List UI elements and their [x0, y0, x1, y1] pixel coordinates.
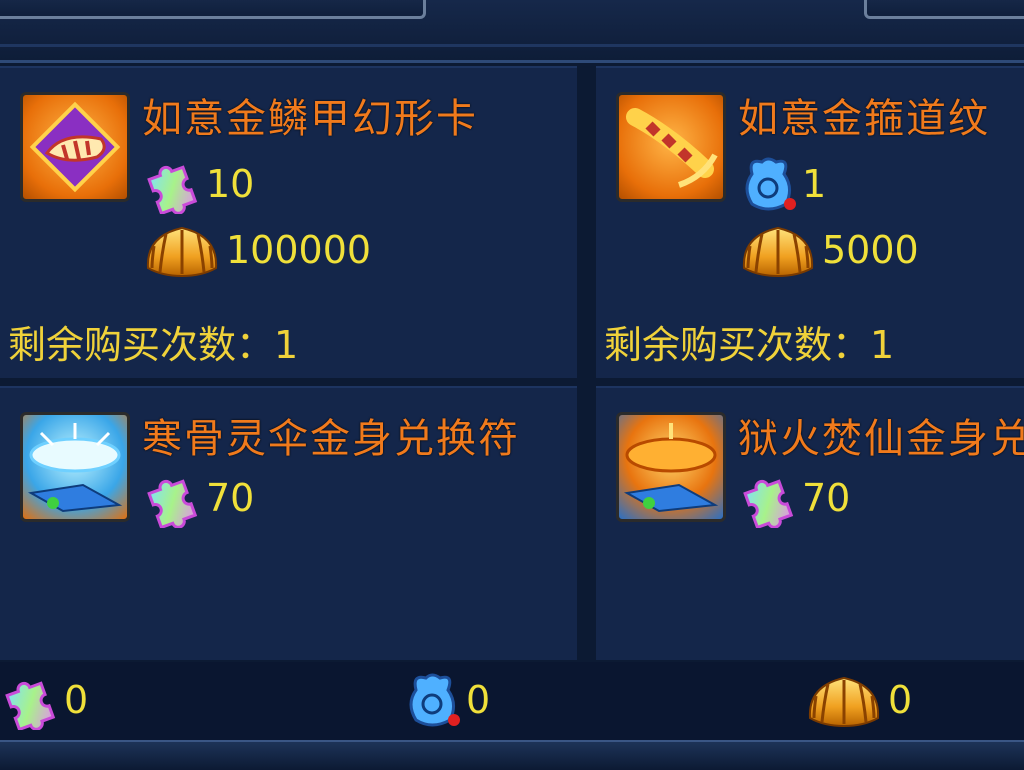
cost-value: 10 — [206, 162, 255, 206]
golden-shell-icon — [738, 220, 818, 280]
top-right-tab[interactable] — [864, 0, 1024, 19]
cost-row-shell: 100000 — [142, 220, 371, 280]
cost-row-puzzle: 70 — [738, 468, 850, 528]
shop-item-card[interactable]: 狱火焚仙金身兑 70 — [596, 386, 1024, 660]
shop-item-card[interactable]: 寒骨灵伞金身兑换符 70 — [0, 386, 577, 660]
cost-value: 70 — [206, 476, 255, 520]
top-header-band — [0, 0, 1024, 63]
shop-item-card[interactable]: 如意金箍道纹 1 5000 剩余购买次数：1 — [596, 66, 1024, 378]
puzzle-piece-icon — [142, 154, 202, 214]
shop-item-card[interactable]: 如意金鳞甲幻形卡 10 100000 剩余购买次数：1 — [0, 66, 577, 378]
currency-bar: 0 0 0 — [0, 662, 1024, 742]
puzzle-piece-icon — [0, 670, 60, 730]
currency-shell: 0 — [804, 670, 912, 730]
top-left-tab[interactable] — [0, 0, 426, 19]
currency-value: 0 — [466, 678, 491, 722]
bottom-frame-edge — [0, 740, 1024, 770]
cost-value: 70 — [802, 476, 851, 520]
golden-shell-icon — [804, 670, 884, 730]
item-name: 如意金箍道纹 — [738, 96, 990, 142]
cost-row-puzzle: 10 — [142, 154, 254, 214]
cost-value: 100000 — [226, 228, 372, 272]
currency-value: 0 — [64, 678, 89, 722]
puzzle-piece-icon — [738, 468, 798, 528]
ice-umbrella-icon — [20, 412, 130, 522]
fire-umbrella-icon — [616, 412, 726, 522]
blue-pouch-icon — [402, 670, 462, 730]
cost-row-shell: 5000 — [738, 220, 919, 280]
puzzle-piece-icon — [142, 468, 202, 528]
cost-value: 5000 — [822, 228, 919, 272]
blue-pouch-icon — [738, 154, 798, 214]
currency-value: 0 — [888, 678, 913, 722]
item-name: 狱火焚仙金身兑 — [738, 416, 1024, 462]
item-name: 如意金鳞甲幻形卡 — [142, 96, 478, 142]
cost-row-pouch: 1 — [738, 154, 826, 214]
golden-shell-icon — [142, 220, 222, 280]
golden-staff-icon — [616, 92, 726, 202]
cost-value: 1 — [802, 162, 827, 206]
item-name: 寒骨灵伞金身兑换符 — [142, 416, 520, 462]
remaining-purchases-label: 剩余购买次数：1 — [604, 323, 895, 367]
currency-pouch: 0 — [402, 670, 490, 730]
cost-row-puzzle: 70 — [142, 468, 254, 528]
currency-puzzle: 0 — [0, 670, 88, 730]
remaining-purchases-label: 剩余购买次数：1 — [8, 323, 299, 367]
golden-conch-card-icon — [20, 92, 130, 202]
header-divider — [0, 44, 1024, 47]
